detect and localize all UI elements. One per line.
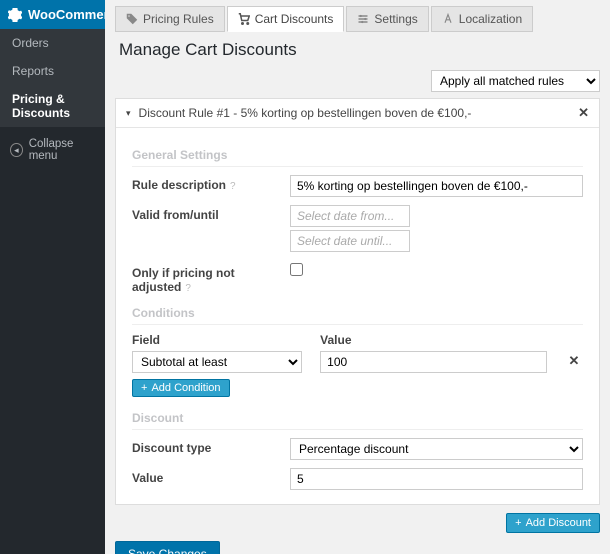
tab-bar: Pricing Rules Cart Discounts Settings Lo… xyxy=(115,6,600,32)
rule-description-input[interactable] xyxy=(290,175,583,197)
plus-icon: + xyxy=(141,382,147,394)
date-from-input[interactable] xyxy=(290,205,410,227)
close-rule-button[interactable]: ✕ xyxy=(578,105,589,121)
condition-field-select[interactable]: Subtotal at least xyxy=(132,351,302,373)
add-discount-button[interactable]: +Add Discount xyxy=(506,513,600,533)
discount-rule-panel: ▾ Discount Rule #1 - 5% korting op beste… xyxy=(115,98,600,505)
font-icon xyxy=(442,13,454,25)
tab-cart-discounts[interactable]: Cart Discounts xyxy=(227,6,345,32)
sidebar-item-orders[interactable]: Orders xyxy=(0,29,105,57)
add-condition-button[interactable]: +Add Condition xyxy=(132,379,230,397)
label-discount-value: Value xyxy=(132,468,290,485)
page-title: Manage Cart Discounts xyxy=(119,40,600,60)
section-discount: Discount xyxy=(132,407,583,430)
apply-mode-select[interactable]: Apply all matched rules xyxy=(431,70,600,92)
plus-icon: + xyxy=(515,517,521,529)
label-condition-value: Value xyxy=(320,333,547,347)
sidebar-brand[interactable]: WooCommerce ◂ xyxy=(0,0,105,29)
label-rule-description: Rule description? xyxy=(132,175,290,192)
tab-localization[interactable]: Localization xyxy=(431,6,533,32)
condition-value-input[interactable] xyxy=(320,351,547,373)
gear-icon xyxy=(8,8,22,22)
tab-pricing-rules[interactable]: Pricing Rules xyxy=(115,6,225,32)
section-general: General Settings xyxy=(132,144,583,167)
tab-settings[interactable]: Settings xyxy=(346,6,428,32)
main-content: Pricing Rules Cart Discounts Settings Lo… xyxy=(105,0,610,554)
label-valid-from-until: Valid from/until xyxy=(132,205,290,222)
sidebar-item-pricing-discounts[interactable]: Pricing & Discounts xyxy=(0,85,105,127)
rule-title: Discount Rule #1 - 5% korting op bestell… xyxy=(139,106,472,120)
admin-sidebar: WooCommerce ◂ Orders Reports Pricing & D… xyxy=(0,0,105,554)
sliders-icon xyxy=(357,13,369,25)
discount-type-select[interactable]: Percentage discount xyxy=(290,438,583,460)
collapse-menu[interactable]: ◂ Collapse menu xyxy=(0,131,105,169)
remove-condition-button[interactable]: ✕ xyxy=(565,353,583,373)
label-discount-type: Discount type xyxy=(132,438,290,455)
date-until-input[interactable] xyxy=(290,230,410,252)
label-condition-field: Field xyxy=(132,333,302,347)
section-conditions: Conditions xyxy=(132,302,583,325)
collapse-icon: ◂ xyxy=(10,143,23,157)
tag-icon xyxy=(126,13,138,25)
rule-header[interactable]: ▾ Discount Rule #1 - 5% korting op beste… xyxy=(116,99,599,128)
sidebar-item-reports[interactable]: Reports xyxy=(0,57,105,85)
discount-value-input[interactable] xyxy=(290,468,583,490)
triangle-down-icon: ▾ xyxy=(126,108,131,119)
label-only-if-not-adjusted: Only if pricing not adjusted? xyxy=(132,263,290,294)
cart-icon xyxy=(238,13,250,25)
sidebar-submenu: Orders Reports Pricing & Discounts xyxy=(0,29,105,127)
only-if-checkbox[interactable] xyxy=(290,263,303,276)
save-changes-button[interactable]: Save Changes xyxy=(115,541,220,554)
